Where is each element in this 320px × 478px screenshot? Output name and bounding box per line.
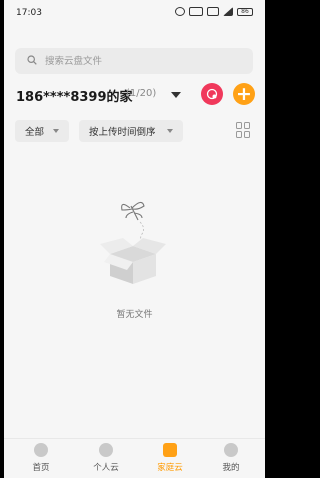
caret-down-icon bbox=[53, 129, 59, 133]
cloud-icon bbox=[99, 443, 113, 457]
family-member-count: (1/20) bbox=[126, 88, 157, 99]
category-filter-label: 全部 bbox=[25, 127, 45, 138]
status-time: 17:03 bbox=[16, 8, 42, 18]
grid-cell bbox=[236, 122, 242, 129]
family-upload-icon bbox=[206, 88, 218, 100]
caret-down-icon bbox=[167, 129, 173, 133]
nav-label: 家庭云 bbox=[157, 463, 183, 473]
phone-screen: 17:03 86 186****8399的家 (1/20) + 全部 按上传时间… bbox=[4, 0, 265, 478]
nav-label: 首页 bbox=[32, 463, 50, 473]
nav-home[interactable]: 首页 bbox=[11, 443, 71, 473]
home-icon bbox=[34, 443, 48, 457]
grid-cell bbox=[244, 131, 250, 138]
sort-filter[interactable]: 按上传时间倒序 bbox=[79, 120, 183, 142]
grid-view-icon[interactable] bbox=[236, 122, 252, 138]
grid-cell bbox=[236, 131, 242, 138]
search-input[interactable] bbox=[45, 53, 245, 69]
category-filter[interactable]: 全部 bbox=[15, 120, 69, 142]
nav-label: 我的 bbox=[222, 463, 240, 473]
hd-icon bbox=[207, 7, 219, 16]
nav-personal-cloud[interactable]: 个人云 bbox=[76, 443, 136, 473]
sort-filter-label: 按上传时间倒序 bbox=[89, 127, 156, 138]
signal-icon bbox=[223, 7, 233, 16]
nav-profile[interactable]: 我的 bbox=[201, 443, 261, 473]
family-cloud-icon bbox=[163, 443, 177, 457]
add-button[interactable]: + bbox=[233, 83, 255, 105]
nav-family-cloud[interactable]: 家庭云 bbox=[140, 443, 200, 473]
alarm-icon bbox=[175, 7, 185, 16]
dragonfly-icon bbox=[121, 201, 145, 221]
family-title[interactable]: 186****8399的家 bbox=[16, 86, 133, 105]
nav-label: 个人云 bbox=[93, 463, 119, 473]
empty-state-text: 暂无文件 bbox=[116, 310, 153, 320]
hd-icon bbox=[189, 7, 203, 16]
search-bar[interactable] bbox=[15, 48, 253, 74]
plus-icon: + bbox=[236, 83, 252, 105]
search-icon bbox=[27, 55, 37, 65]
profile-icon bbox=[224, 443, 238, 457]
family-upload-button[interactable] bbox=[201, 83, 223, 105]
bottom-nav: 首页 个人云 家庭云 我的 bbox=[4, 438, 265, 478]
empty-box-illustration bbox=[100, 201, 166, 284]
chevron-down-icon[interactable] bbox=[171, 92, 181, 98]
grid-cell bbox=[244, 122, 250, 129]
status-icons: 86 bbox=[175, 7, 253, 16]
status-bar: 17:03 86 bbox=[4, 0, 265, 28]
battery-icon: 86 bbox=[237, 7, 253, 16]
